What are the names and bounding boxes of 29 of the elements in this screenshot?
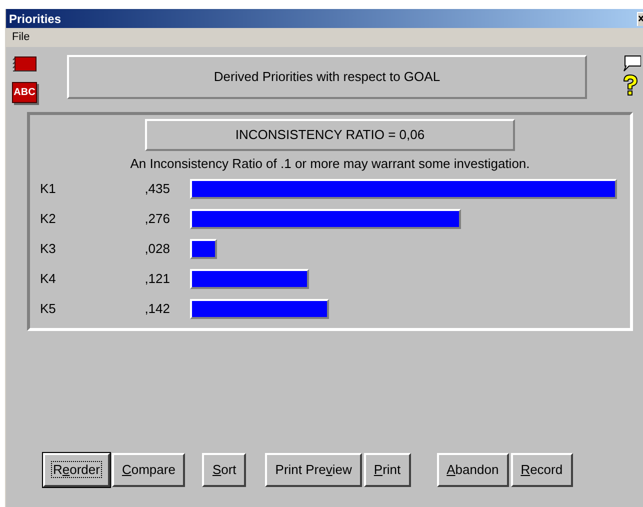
priority-value: ,435 bbox=[144, 180, 170, 198]
action-button[interactable]: Print Preview bbox=[265, 453, 362, 487]
close-button[interactable] bbox=[637, 12, 643, 26]
action-button[interactable]: Print bbox=[364, 453, 411, 487]
criterion-label: K3 bbox=[40, 240, 57, 258]
book-icon[interactable] bbox=[12, 56, 37, 73]
window-title: Priorities bbox=[9, 10, 62, 28]
action-button[interactable]: Sort bbox=[202, 453, 246, 487]
close-icon bbox=[638, 15, 643, 23]
speech-bubble-icon[interactable] bbox=[621, 55, 641, 72]
criterion-label: K1 bbox=[40, 180, 57, 198]
criterion-label: K2 bbox=[40, 210, 57, 228]
criterion-label: K4 bbox=[40, 270, 57, 288]
ratio-note: An Inconsistency Ratio of .1 or more may warrant some investigation. bbox=[130, 155, 530, 173]
action-button[interactable]: Reorder bbox=[43, 453, 110, 487]
priority-value: ,142 bbox=[144, 300, 170, 318]
ratio-text: INCONSISTENCY RATIO = 0,06 bbox=[235, 126, 425, 144]
priority-value: ,121 bbox=[144, 270, 170, 288]
priority-value: ,028 bbox=[144, 240, 170, 258]
action-button[interactable]: Compare bbox=[112, 453, 186, 487]
action-button[interactable]: Abandon bbox=[436, 453, 509, 487]
priority-bar bbox=[190, 238, 218, 258]
abc-book-icon[interactable]: ABC bbox=[12, 82, 37, 103]
action-button[interactable]: Record bbox=[510, 453, 573, 487]
criterion-label: K5 bbox=[40, 300, 57, 318]
priority-value: ,276 bbox=[144, 210, 170, 228]
menu-item[interactable]: File bbox=[12, 29, 30, 46]
help-icon[interactable] bbox=[621, 74, 639, 96]
header-title: Derived Priorities with respect to GOAL bbox=[214, 68, 440, 86]
